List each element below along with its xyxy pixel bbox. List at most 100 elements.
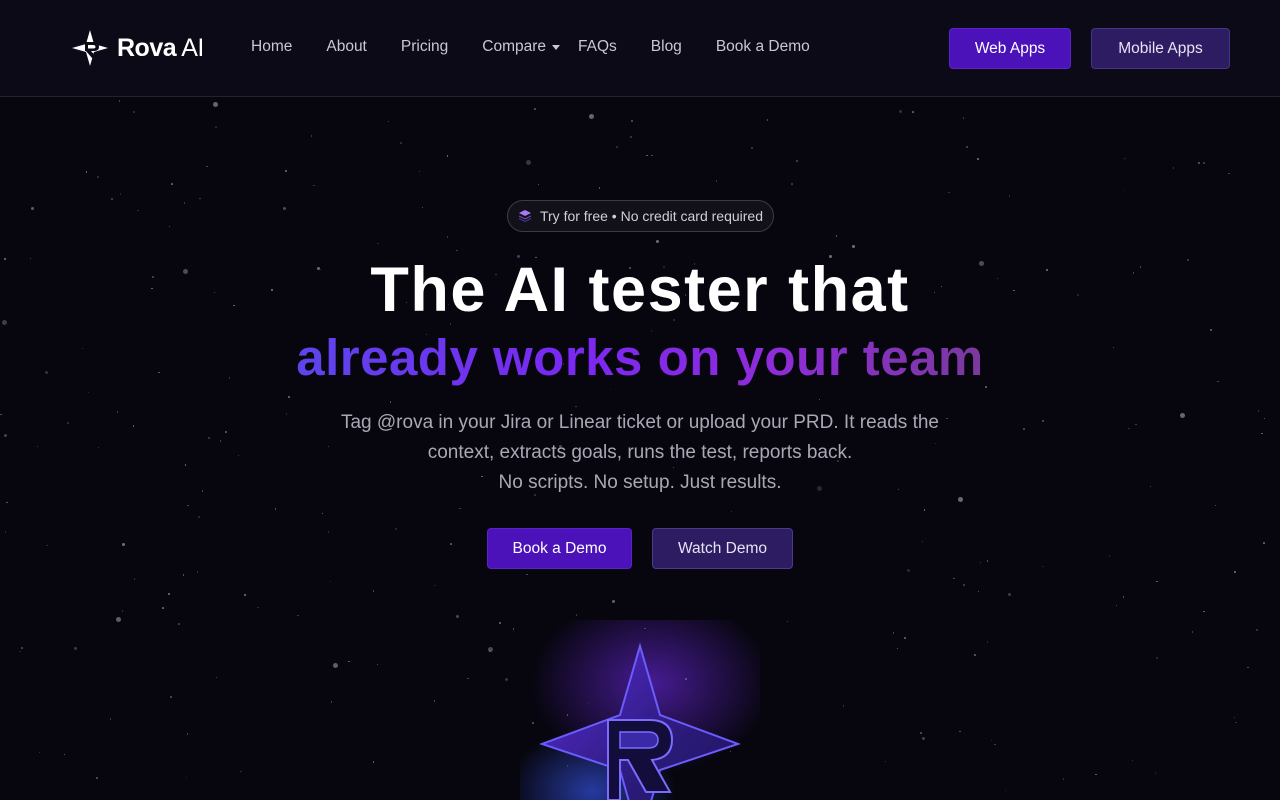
mobile-apps-button[interactable]: Mobile Apps [1091, 28, 1230, 69]
star-dot [257, 606, 259, 609]
hero-subtitle-line: Tag @rova in your Jira or Linear ticket … [340, 412, 939, 433]
star-dot [1008, 592, 1012, 596]
star-dot [884, 760, 887, 763]
star-dot [178, 623, 180, 625]
star-dot [433, 700, 436, 702]
star-dot [372, 761, 375, 763]
star-dot [1214, 504, 1217, 507]
star-dot [97, 446, 100, 449]
star-dot [19, 650, 21, 653]
star-dot [119, 193, 122, 195]
star-dot [3, 433, 7, 437]
nav-book-demo[interactable]: Book a Demo [716, 38, 810, 56]
star-dot [310, 135, 313, 137]
star-dot [244, 594, 246, 596]
star-dot [132, 425, 135, 427]
star-dot [400, 142, 402, 144]
star-dot [184, 464, 187, 466]
star-dot [1128, 427, 1130, 430]
star-dot [133, 578, 136, 580]
star-dot [1154, 772, 1157, 774]
star-dot [321, 512, 324, 515]
star-dot [986, 641, 989, 643]
watch-demo-button[interactable]: Watch Demo [652, 528, 793, 569]
nav-blog[interactable]: Blog [651, 38, 682, 56]
star-dot [348, 660, 350, 663]
star-dot [1115, 604, 1118, 607]
hero-title-gradient-text: already works on your team [296, 329, 984, 386]
star-dot [1108, 555, 1111, 557]
star-dot [631, 120, 633, 122]
star-dot [133, 111, 135, 113]
star-dot [791, 183, 793, 185]
star-dot [1235, 721, 1237, 724]
star-dot [96, 777, 98, 779]
star-dot [201, 490, 204, 492]
star-dot [656, 239, 660, 243]
star-dot [240, 770, 242, 773]
star-dot [376, 663, 379, 666]
logo-text: Rova AI [117, 33, 204, 62]
free-trial-badge[interactable]: Try for free • No credit card required [507, 200, 774, 232]
star-dot [842, 705, 845, 707]
star-dot [504, 677, 508, 681]
star-dot [199, 197, 201, 200]
star-dot [1247, 666, 1249, 669]
star-dot [796, 160, 798, 162]
star-dot [170, 696, 172, 698]
star-dot [225, 431, 227, 433]
star-dot [1124, 157, 1126, 160]
star-dot [450, 543, 452, 545]
web-apps-button[interactable]: Web Apps [949, 28, 1071, 69]
star-dot [330, 701, 333, 703]
star-dot [766, 119, 769, 121]
star-dot [948, 191, 950, 194]
logo[interactable]: Rova AI [70, 28, 204, 68]
star-dot [898, 110, 902, 114]
star-dot [906, 569, 910, 573]
star-dot [455, 615, 459, 618]
star-dot [977, 158, 979, 160]
star-dot [953, 577, 955, 580]
star-dot [1261, 432, 1263, 435]
star-dot [751, 147, 753, 149]
hero-subtitle-line: context, extracts goals, runs the test, … [427, 442, 853, 463]
star-dot [1263, 417, 1266, 420]
star-dot [920, 732, 922, 734]
hero-subtitle-line: No scripts. No setup. Just results. [498, 472, 782, 493]
nav-home[interactable]: Home [251, 38, 292, 56]
nav-compare[interactable]: Compare [482, 38, 561, 56]
star-dot [182, 574, 185, 576]
star-dot [87, 391, 90, 394]
star-dot [116, 616, 122, 622]
star-dot [46, 544, 48, 547]
star-dot [213, 102, 219, 108]
star-dot [187, 504, 189, 507]
star-dot [387, 120, 390, 123]
star-dot [923, 509, 926, 511]
star-dot [904, 637, 906, 639]
star-dot [285, 170, 287, 172]
star-dot [912, 111, 914, 113]
star-dot [73, 646, 77, 650]
star-dot [921, 737, 925, 741]
star-dot [1042, 420, 1044, 422]
star-dot [1156, 580, 1158, 583]
star-dot [118, 100, 121, 102]
star-dot [609, 388, 612, 391]
star-dot [1198, 162, 1200, 164]
star-dot [38, 751, 41, 754]
star-dot [921, 540, 924, 543]
star-dot [1135, 423, 1137, 426]
star-dot [31, 207, 35, 211]
nav-faqs[interactable]: FAQs [578, 38, 617, 56]
nav-pricing[interactable]: Pricing [401, 38, 448, 56]
star-dot [990, 739, 993, 742]
star-dot [616, 146, 618, 148]
nav-about[interactable]: About [326, 38, 367, 56]
star-dot [0, 413, 2, 416]
layers-icon [518, 210, 531, 222]
book-demo-button[interactable]: Book a Demo [487, 528, 632, 569]
star-dot [162, 607, 164, 609]
star-dot [1228, 172, 1230, 175]
